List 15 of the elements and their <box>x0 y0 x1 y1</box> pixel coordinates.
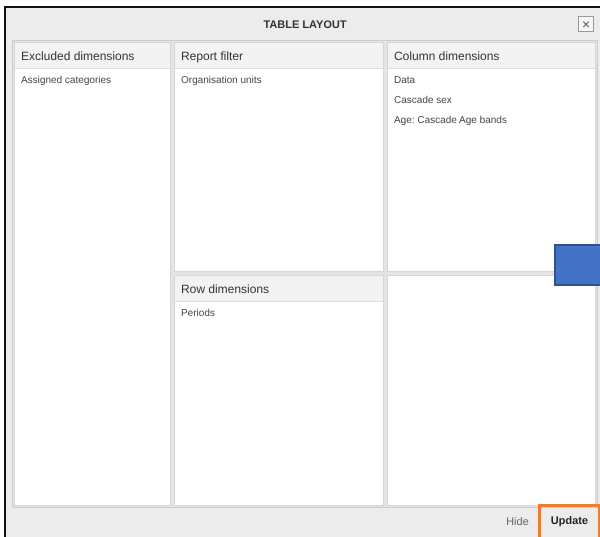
footer-button[interactable]: Hide <box>500 512 535 532</box>
footer-button[interactable]: Update <box>540 506 598 536</box>
dimension-item[interactable]: Data <box>394 73 589 93</box>
panel-header: Row dimensions <box>175 276 383 302</box>
panel-header: Excluded dimensions <box>15 43 170 69</box>
dimension-item[interactable]: Organisation units <box>181 73 377 93</box>
dimension-item[interactable]: Assigned categories <box>21 73 164 93</box>
panel-header: Report filter <box>175 43 383 69</box>
window-title: TABLE LAYOUT <box>263 19 347 31</box>
annotation-rectangle <box>554 244 600 286</box>
dimension-item[interactable]: Cascade sex <box>394 93 589 113</box>
close-button[interactable]: × <box>578 16 594 32</box>
dimension-item[interactable]: Periods <box>181 306 377 326</box>
panel-header: Column dimensions <box>388 43 595 69</box>
dimension-item[interactable]: Age: Cascade Age bands <box>394 113 589 133</box>
